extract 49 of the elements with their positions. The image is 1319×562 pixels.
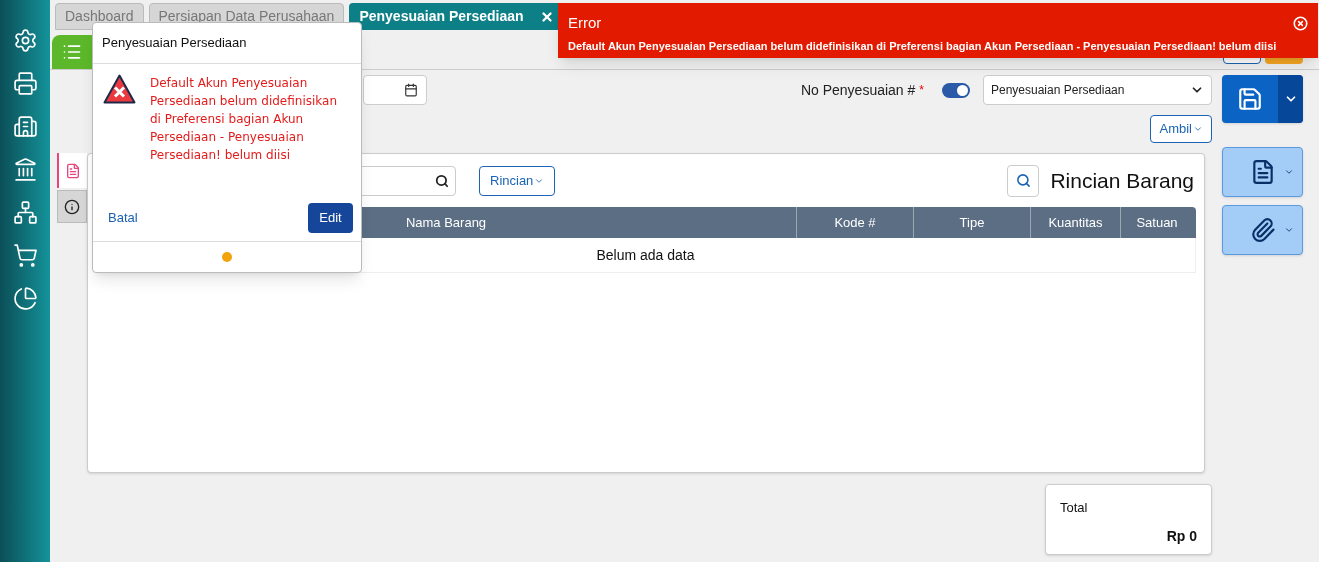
info-tab[interactable] [57,190,87,223]
field-label: No Penyesuaian # [800,80,916,100]
document-icon [1250,159,1276,185]
search-icon [435,173,449,188]
document-icon [65,162,81,179]
toast-title: Error [568,13,602,33]
popover-title: Penyesuaian Persediaan [102,34,247,53]
chevron-icon [1284,225,1294,235]
total-label: Total [1060,499,1089,517]
list-icon [62,42,82,62]
cart-icon[interactable] [12,243,38,268]
pie-chart-icon[interactable] [12,286,38,311]
search-button[interactable] [1007,164,1040,197]
calendar-icon [404,83,418,97]
error-icon [103,74,136,104]
total-value: Rp 0 [1166,526,1197,546]
date-field[interactable] [363,75,427,105]
save-icon [1237,86,1263,112]
search-icon [1015,173,1031,188]
edit-button[interactable]: Edit [308,202,353,233]
document-menu-button[interactable] [1222,147,1303,197]
ambil-button[interactable]: Ambil [1150,115,1212,143]
popover-message: Default Akun Penyesuaian Persediaan belum didefinisikan di Preferensi bagian Akun Persediaan - Penyesuaian Persediaan! belum diisi [150,75,338,164]
required-mark: * [919,82,924,99]
close-icon[interactable] [539,9,554,24]
column-header: Tipe [914,207,1031,238]
rincian-button[interactable]: Rincian [479,165,556,196]
document-tab[interactable] [57,153,87,188]
chevron-icon [1193,124,1203,134]
section-title: Rincian Barang [1050,167,1194,194]
attachment-menu-button[interactable] [1222,205,1303,255]
paperclip-icon [1250,217,1276,243]
column-header: Kuantitas [1031,207,1121,238]
building-icon[interactable] [12,114,38,139]
toast-message: Default Akun Penyesuaian Persediaan belum didefinisikan di Preferensi bagian Akun Persediaan - Penyesuaian Persediaan! belum diisi [568,38,1277,54]
gear-icon[interactable] [12,28,38,53]
column-header: Kode # [797,207,914,238]
cancel-link[interactable]: Batal [108,207,138,228]
toggle-switch[interactable] [942,82,970,98]
close-icon[interactable] [1293,15,1308,31]
printer-icon[interactable] [12,71,38,96]
type-select[interactable]: Penyesuaian Persediaan [983,75,1212,105]
info-icon [64,198,80,215]
column-header: Satuan [1135,213,1179,232]
empty-message: Belum ada data [596,245,695,265]
network-icon[interactable] [12,200,38,225]
chevron-icon [1284,167,1294,177]
bank-icon[interactable] [12,157,38,182]
save-button[interactable] [1222,75,1303,123]
